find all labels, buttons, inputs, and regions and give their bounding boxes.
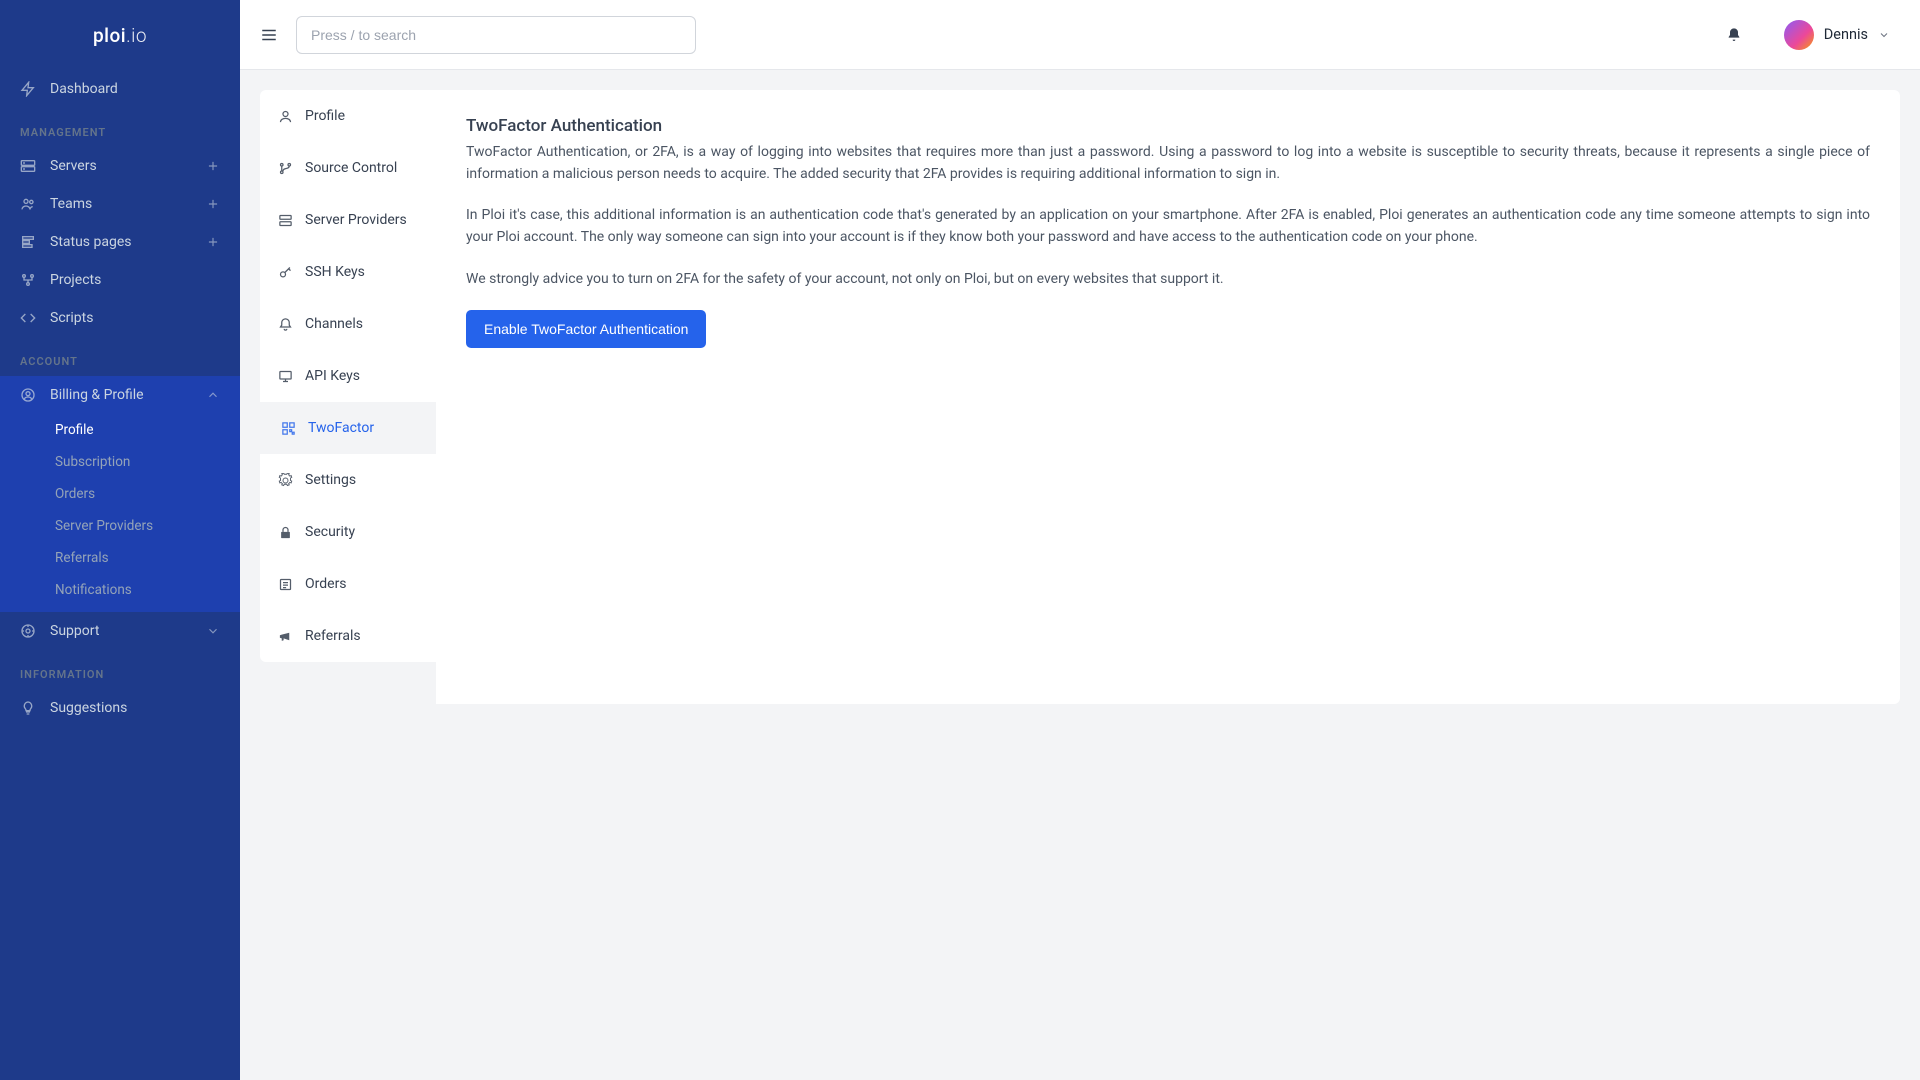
sidebar-item-servers[interactable]: Servers	[0, 147, 240, 185]
sec-item-referrals[interactable]: Referrals	[260, 610, 436, 662]
lightbulb-icon	[20, 700, 36, 716]
sec-item-label: Server Providers	[305, 212, 407, 228]
sidebar-item-label: Teams	[50, 196, 92, 212]
sidebar-item-label: Projects	[50, 272, 101, 288]
sidebar-item-support[interactable]: Support	[0, 612, 240, 650]
topbar: Dennis	[240, 0, 1920, 70]
sec-item-profile[interactable]: Profile	[260, 90, 436, 142]
sec-item-server-providers[interactable]: Server Providers	[260, 194, 436, 246]
server-icon	[20, 158, 36, 174]
plus-icon[interactable]	[206, 235, 220, 249]
section-management: MANAGEMENT	[0, 108, 240, 147]
logo-text-1: ploi	[93, 24, 126, 47]
sec-item-label: API Keys	[305, 368, 360, 384]
intro-paragraph-2: In Ploi it's case, this additional infor…	[466, 205, 1870, 248]
intro-paragraph-1: TwoFactor Authentication, or 2FA, is a w…	[466, 142, 1870, 185]
logo-text-2: .io	[126, 24, 147, 47]
page-title: TwoFactor Authentication	[466, 116, 1870, 136]
sec-item-orders[interactable]: Orders	[260, 558, 436, 610]
sec-item-label: Source Control	[305, 160, 397, 176]
search-input[interactable]	[296, 16, 696, 54]
bell-icon	[278, 317, 293, 332]
sidebar-item-projects[interactable]: Projects	[0, 261, 240, 299]
bell-icon[interactable]	[1726, 27, 1742, 43]
sidebar-item-label: Scripts	[50, 310, 93, 326]
sub-item-server-providers[interactable]: Server Providers	[0, 510, 240, 542]
plus-icon[interactable]	[206, 197, 220, 211]
section-account: ACCOUNT	[0, 337, 240, 376]
sec-item-label: Channels	[305, 316, 363, 332]
users-icon	[20, 196, 36, 212]
sub-item-subscription[interactable]: Subscription	[0, 446, 240, 478]
sec-item-label: Security	[305, 524, 355, 540]
enable-2fa-button[interactable]: Enable TwoFactor Authentication	[466, 310, 706, 348]
support-icon	[20, 623, 36, 639]
server-icon	[278, 213, 293, 228]
lock-icon	[278, 525, 293, 540]
chevron-down-icon	[1878, 29, 1890, 41]
sec-item-api-keys[interactable]: API Keys	[260, 350, 436, 402]
sidebar-item-label: Billing & Profile	[50, 387, 144, 403]
sidebar-item-scripts[interactable]: Scripts	[0, 299, 240, 337]
sub-item-profile[interactable]: Profile	[0, 414, 240, 446]
content-row: Profile Source Control Server Providers …	[240, 70, 1920, 1080]
sidebar-item-label: Suggestions	[50, 700, 127, 716]
user-circle-icon	[20, 387, 36, 403]
status-icon	[20, 234, 36, 250]
intro-paragraph-3: We strongly advice you to turn on 2FA fo…	[466, 269, 1870, 291]
gear-icon	[278, 473, 293, 488]
code-icon	[20, 310, 36, 326]
sec-item-source-control[interactable]: Source Control	[260, 142, 436, 194]
plus-icon[interactable]	[206, 159, 220, 173]
sidebar-item-dashboard[interactable]: Dashboard	[0, 70, 240, 108]
sec-item-label: SSH Keys	[305, 264, 365, 280]
user-menu[interactable]: Dennis	[1784, 20, 1890, 50]
key-icon	[278, 265, 293, 280]
sidebar-item-billing-profile[interactable]: Billing & Profile	[0, 376, 240, 414]
main-sidebar: ploi.io Dashboard MANAGEMENT Servers Tea…	[0, 0, 240, 1080]
sub-item-orders[interactable]: Orders	[0, 478, 240, 510]
section-information: INFORMATION	[0, 650, 240, 689]
monitor-icon	[278, 369, 293, 384]
sub-item-referrals[interactable]: Referrals	[0, 542, 240, 574]
sidebar-item-label: Dashboard	[50, 81, 118, 97]
right-area: Dennis Profile Source Control Server Pro…	[240, 0, 1920, 1080]
sidebar-item-teams[interactable]: Teams	[0, 185, 240, 223]
user-icon	[278, 109, 293, 124]
sec-item-settings[interactable]: Settings	[260, 454, 436, 506]
sec-item-label: Orders	[305, 576, 347, 592]
chevron-up-icon	[206, 388, 220, 402]
sec-item-channels[interactable]: Channels	[260, 298, 436, 350]
avatar	[1784, 20, 1814, 50]
list-icon	[278, 577, 293, 592]
sec-item-ssh-keys[interactable]: SSH Keys	[260, 246, 436, 298]
logo[interactable]: ploi.io	[0, 0, 240, 70]
sidebar-item-label: Status pages	[50, 234, 132, 250]
sidebar-item-suggestions[interactable]: Suggestions	[0, 689, 240, 727]
chevron-down-icon	[206, 624, 220, 638]
sec-item-security[interactable]: Security	[260, 506, 436, 558]
sidebar-item-label: Servers	[50, 158, 97, 174]
sec-item-twofactor[interactable]: TwoFactor	[260, 402, 436, 454]
sec-item-label: TwoFactor	[308, 420, 374, 436]
sec-item-label: Settings	[305, 472, 356, 488]
secondary-sidebar: Profile Source Control Server Providers …	[260, 90, 436, 662]
sidebar-item-label: Support	[50, 623, 99, 639]
git-branch-icon	[278, 161, 293, 176]
billing-sub-items: Profile Subscription Orders Server Provi…	[0, 414, 240, 612]
menu-toggle-icon[interactable]	[260, 26, 278, 44]
username: Dennis	[1824, 26, 1868, 43]
sidebar-item-status-pages[interactable]: Status pages	[0, 223, 240, 261]
megaphone-icon	[278, 629, 293, 644]
sub-item-notifications[interactable]: Notifications	[0, 574, 240, 606]
main-panel: TwoFactor Authentication TwoFactor Authe…	[436, 90, 1900, 704]
dashboard-icon	[20, 81, 36, 97]
projects-icon	[20, 272, 36, 288]
sec-item-label: Referrals	[305, 628, 361, 644]
qrcode-icon	[281, 421, 296, 436]
sec-item-label: Profile	[305, 108, 345, 124]
